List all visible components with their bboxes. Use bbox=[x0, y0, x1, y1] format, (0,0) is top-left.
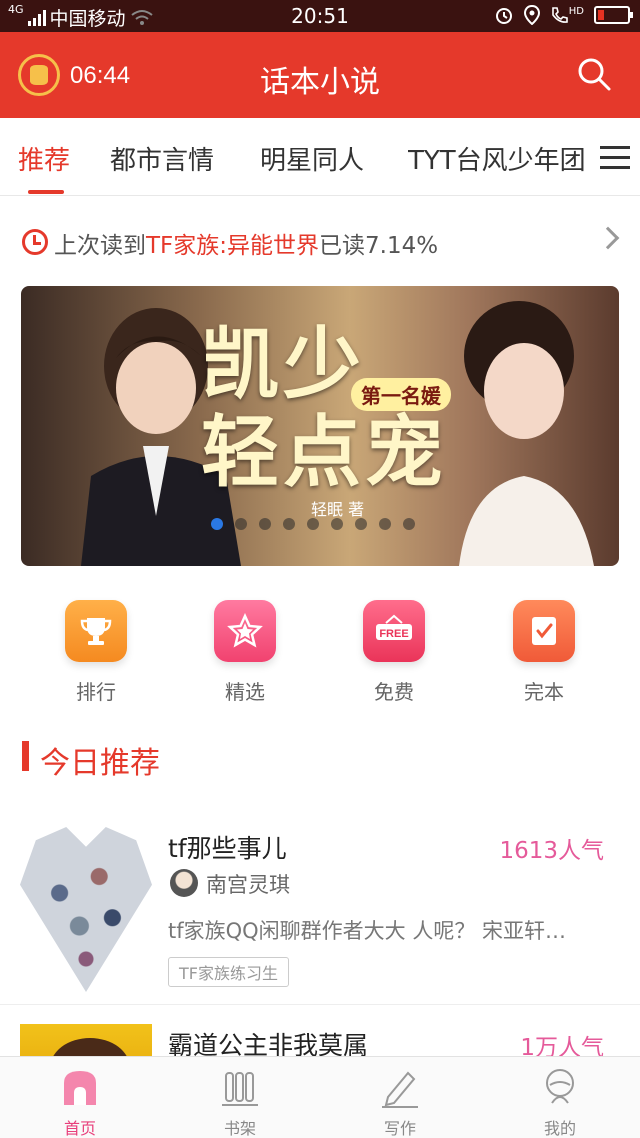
status-bar: 4G 中国移动 20:51 HD bbox=[0, 0, 640, 32]
banner-dot[interactable] bbox=[235, 518, 247, 530]
book-list-item[interactable]: tf那些事儿 1613人气 南宫灵琪 tf家族QQ闲聊群作者大大 人呢？ 宋亚轩… bbox=[0, 815, 640, 1005]
banner-pagination[interactable] bbox=[211, 518, 415, 530]
nav-profile[interactable]: 我的 bbox=[510, 1065, 610, 1138]
app-header: 06:44 话本小说 bbox=[0, 32, 640, 118]
location-icon bbox=[523, 5, 540, 25]
book-tag[interactable]: TF家族练习生 bbox=[168, 957, 289, 987]
bottom-navigation: 首页 书架 写作 我的 bbox=[0, 1056, 640, 1138]
banner-female-figure bbox=[459, 301, 594, 566]
status-right: HD bbox=[494, 5, 633, 25]
shortcut-featured[interactable]: 精选 bbox=[190, 600, 300, 705]
tab-menu-icon[interactable] bbox=[600, 146, 630, 170]
tab-recommend[interactable]: 推荐 bbox=[18, 140, 70, 177]
banner-title-line2: 轻点宠 bbox=[201, 407, 448, 498]
shortcut-label: 精选 bbox=[225, 680, 265, 704]
category-shortcuts: 排行 精选 FREE 免费 完本 bbox=[0, 600, 640, 710]
author-name: 南宫灵琪 bbox=[206, 873, 290, 897]
nav-home[interactable]: 首页 bbox=[30, 1065, 130, 1138]
banner-dot[interactable] bbox=[355, 518, 367, 530]
shortcut-label: 排行 bbox=[76, 680, 116, 704]
book-cover[interactable] bbox=[20, 827, 152, 992]
hd-label: HD bbox=[568, 6, 584, 17]
last-read-book[interactable]: TF家族:异能世界 bbox=[146, 233, 319, 259]
banner-dot[interactable] bbox=[403, 518, 415, 530]
section-accent-bar bbox=[22, 741, 29, 771]
banner-title-line1: 凯少 bbox=[201, 319, 366, 410]
pen-icon bbox=[378, 1065, 422, 1109]
banner-dot[interactable] bbox=[379, 518, 391, 530]
last-read-bar[interactable]: 上次读到TF家族:异能世界已读7.14% bbox=[0, 212, 640, 272]
promo-banner[interactable]: 凯少 轻点宠 第一名媛 轻眠 著 bbox=[21, 286, 619, 566]
last-read-text: 上次读到TF家族:异能世界已读7.14% bbox=[54, 226, 438, 260]
banner-dot[interactable] bbox=[259, 518, 271, 530]
book-popularity: 1613人气 bbox=[499, 838, 604, 864]
nav-label: 书架 bbox=[223, 1119, 256, 1138]
shortcut-label: 免费 bbox=[374, 680, 414, 704]
free-sign-icon: FREE bbox=[363, 600, 425, 662]
shortcut-free[interactable]: FREE 免费 bbox=[339, 600, 449, 705]
book-title[interactable]: tf那些事儿 bbox=[168, 829, 287, 865]
author-avatar bbox=[170, 869, 198, 897]
call-hd-icon: HD bbox=[550, 6, 584, 24]
profile-icon bbox=[538, 1065, 582, 1109]
svg-text:FREE: FREE bbox=[379, 628, 408, 640]
book-list-item[interactable]: 霸道公主非我莫属 1万人气 bbox=[0, 1022, 640, 1056]
section-title: 今日推荐 bbox=[40, 746, 160, 781]
shortcut-ranking[interactable]: 排行 bbox=[41, 600, 151, 705]
book-popularity: 1万人气 bbox=[520, 1035, 604, 1056]
last-read-progress: 已读7.14% bbox=[319, 233, 439, 259]
battery-icon bbox=[594, 6, 633, 24]
nav-write[interactable]: 写作 bbox=[350, 1065, 450, 1138]
banner-badge: 第一名媛 bbox=[351, 378, 451, 411]
chevron-right-icon[interactable] bbox=[596, 226, 620, 250]
category-tabs: 推荐 都市言情 明星同人 TYT台风少年团 bbox=[0, 118, 640, 196]
book-cover[interactable] bbox=[20, 1024, 152, 1056]
nav-bookshelf[interactable]: 书架 bbox=[190, 1065, 290, 1138]
alarm-icon bbox=[495, 8, 512, 24]
nav-label: 首页 bbox=[63, 1119, 96, 1138]
tab-tyt[interactable]: TYT台风少年团 bbox=[408, 140, 598, 177]
banner-dot-active[interactable] bbox=[211, 518, 223, 530]
book-title[interactable]: 霸道公主非我莫属 bbox=[168, 1026, 368, 1056]
trophy-icon bbox=[65, 600, 127, 662]
history-icon bbox=[22, 229, 48, 255]
shortcut-label: 完本 bbox=[524, 680, 564, 704]
check-note-icon bbox=[513, 600, 575, 662]
book-description: tf家族QQ闲聊群作者大大 人呢？ 宋亚轩… bbox=[168, 919, 567, 943]
app-title: 话本小说 bbox=[260, 65, 380, 100]
tab-celebrity-fanfic[interactable]: 明星同人 bbox=[260, 140, 364, 177]
bookshelf-icon bbox=[218, 1065, 262, 1109]
banner-dot[interactable] bbox=[283, 518, 295, 530]
banner-author: 轻眠 著 bbox=[311, 500, 365, 519]
home-icon bbox=[58, 1065, 102, 1109]
star-icon bbox=[214, 600, 276, 662]
search-icon[interactable] bbox=[576, 56, 612, 92]
tab-urban-romance[interactable]: 都市言情 bbox=[110, 140, 214, 177]
banner-dot[interactable] bbox=[331, 518, 343, 530]
nav-label: 我的 bbox=[543, 1119, 576, 1138]
last-read-prefix: 上次读到 bbox=[54, 233, 146, 259]
banner-dot[interactable] bbox=[307, 518, 319, 530]
active-tab-indicator bbox=[28, 190, 64, 194]
shortcut-completed[interactable]: 完本 bbox=[489, 600, 599, 705]
nav-label: 写作 bbox=[383, 1119, 416, 1138]
